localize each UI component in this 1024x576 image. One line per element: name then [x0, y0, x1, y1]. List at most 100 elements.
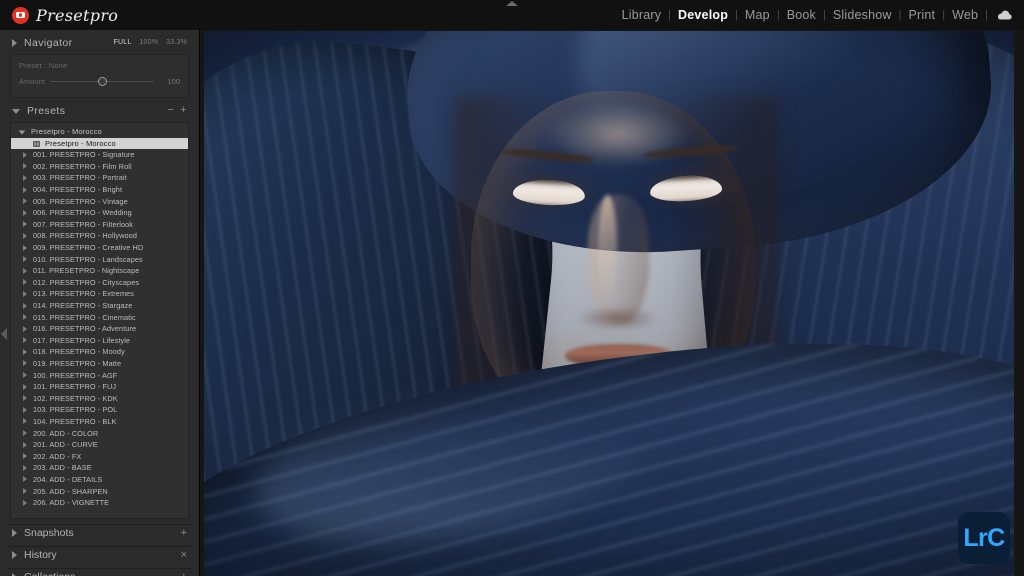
preset-label: 009. PRESETPRO - Creative HD: [33, 243, 144, 253]
presets-panel-header[interactable]: Presets − +: [8, 102, 191, 119]
preset-row[interactable]: 005. PRESETPRO - Vintage: [11, 195, 188, 207]
chevron-right-icon: [23, 267, 27, 274]
preset-row[interactable]: 017. PRESETPRO - Lifestyle: [11, 335, 188, 347]
chevron-right-icon: [23, 395, 27, 402]
left-panel: Navigator FULL 100% 33.3% Preset : None …: [0, 30, 200, 576]
chevron-right-icon: [23, 406, 27, 413]
preset-row[interactable]: 202. ADD - FX: [11, 450, 188, 462]
preset-row[interactable]: 014. PRESETPRO - Stargaze: [11, 300, 188, 312]
module-separator: |: [985, 9, 988, 21]
preset-label: 101. PRESETPRO - FUJ: [33, 382, 117, 392]
preset-row[interactable]: 004. PRESETPRO - Bright: [11, 184, 188, 196]
slider-handle[interactable]: [97, 77, 107, 86]
preset-row[interactable]: 204. ADD - DETAILS: [11, 474, 188, 486]
chevron-right-icon: [23, 174, 27, 181]
add-collection-button[interactable]: +: [181, 571, 187, 576]
preset-label: 204. ADD - DETAILS: [33, 474, 103, 484]
preset-row[interactable]: 001. PRESETPRO - Signature: [11, 149, 188, 161]
preset-row[interactable]: 015. PRESETPRO - Cinematic: [11, 311, 188, 323]
remove-preset-button[interactable]: −: [167, 105, 174, 116]
left-panel-toggle[interactable]: [1, 328, 7, 340]
cloud-icon[interactable]: [997, 10, 1012, 20]
presets-list[interactable]: Presetpro - Morocco Presetpro - Morocco …: [10, 122, 189, 519]
preset-group-row[interactable]: Presetpro - Morocco: [11, 125, 188, 137]
preset-row[interactable]: 102. PRESETPRO - KDK: [11, 392, 188, 404]
chevron-right-icon: [23, 221, 27, 228]
preset-label: 202. ADD - FX: [33, 451, 82, 461]
history-panel-header[interactable]: History ×: [8, 546, 191, 563]
chevron-right-icon: [23, 488, 27, 495]
snapshots-panel-header[interactable]: Snapshots +: [8, 524, 191, 541]
preset-row[interactable]: 201. ADD - CURVE: [11, 439, 188, 451]
preset-row[interactable]: 019. PRESETPRO - Matte: [11, 358, 188, 370]
preset-row[interactable]: 013. PRESETPRO - Extremes: [11, 288, 188, 300]
preset-row[interactable]: 009. PRESETPRO - Creative HD: [11, 242, 188, 254]
chevron-right-icon: [23, 360, 27, 367]
preset-row[interactable]: 003. PRESETPRO - Portrait: [11, 172, 188, 184]
zoom-full[interactable]: FULL: [114, 39, 132, 46]
chevron-right-icon: [23, 372, 27, 379]
camera-icon: [12, 6, 29, 24]
chevron-right-icon: [23, 430, 27, 437]
chevron-right-icon: [23, 186, 27, 193]
top-panel-toggle[interactable]: [506, 1, 518, 6]
preset-row[interactable]: 006. PRESETPRO - Wedding: [11, 207, 188, 219]
preset-label: 018. PRESETPRO - Moody: [33, 347, 125, 357]
brand-logo[interactable]: Presetpro: [0, 6, 118, 25]
module-map[interactable]: Map: [738, 8, 777, 22]
zoom-33[interactable]: 33.3%: [166, 39, 187, 46]
preset-row[interactable]: 018. PRESETPRO - Moody: [11, 346, 188, 358]
presets-title: Presets: [27, 104, 66, 117]
clear-history-button[interactable]: ×: [181, 549, 187, 561]
amount-slider-row: Amount 100: [19, 77, 180, 86]
preset-label: 016. PRESETPRO - Adventure: [33, 324, 137, 334]
module-print[interactable]: Print: [902, 8, 943, 22]
preset-row[interactable]: 101. PRESETPRO - FUJ: [11, 381, 188, 393]
chevron-right-icon: [23, 476, 27, 483]
module-slideshow[interactable]: Slideshow: [826, 8, 899, 22]
collections-panel-header[interactable]: Collections +: [8, 568, 191, 576]
preset-group-label: Presetpro - Morocco: [31, 126, 102, 136]
preset-row[interactable]: 010. PRESETPRO - Landscapes: [11, 253, 188, 265]
preset-row[interactable]: 100. PRESETPRO - AGF: [11, 369, 188, 381]
preset-row[interactable]: 205. ADD - SHARPEN: [11, 485, 188, 497]
amount-slider[interactable]: [50, 77, 154, 86]
module-develop[interactable]: Develop: [671, 8, 735, 22]
preset-row[interactable]: 011. PRESETPRO - Nightscape: [11, 265, 188, 277]
chevron-right-icon: [23, 279, 27, 286]
preset-row[interactable]: 203. ADD - BASE: [11, 462, 188, 474]
preset-row[interactable]: 206. ADD - VIGNETTE: [11, 497, 188, 509]
preset-row[interactable]: 104. PRESETPRO - BLK: [11, 416, 188, 428]
preset-row[interactable]: 103. PRESETPRO - POL: [11, 404, 188, 416]
preset-row[interactable]: 016. PRESETPRO - Adventure: [11, 323, 188, 335]
preset-row[interactable]: 200. ADD - COLOR: [11, 427, 188, 439]
preset-label: 012. PRESETPRO - Cityscapes: [33, 277, 140, 287]
chevron-right-icon: [23, 337, 27, 344]
photo-viewport[interactable]: [204, 31, 1014, 576]
add-snapshot-button[interactable]: +: [181, 527, 187, 539]
preset-group-selected-row[interactable]: Presetpro - Morocco: [11, 138, 188, 149]
module-book[interactable]: Book: [780, 8, 823, 22]
amount-label: Amount: [19, 77, 45, 86]
chevron-right-icon: [23, 314, 27, 321]
chevron-right-icon: [12, 529, 17, 537]
preset-row[interactable]: 012. PRESETPRO - Cityscapes: [11, 277, 188, 289]
chevron-right-icon: [23, 325, 27, 332]
preset-label: 203. ADD - BASE: [33, 463, 92, 473]
preset-label: 017. PRESETPRO - Lifestyle: [33, 335, 131, 345]
preset-row[interactable]: 007. PRESETPRO - Filterlook: [11, 219, 188, 231]
preset-row[interactable]: 002. PRESETPRO - Film Roll: [11, 161, 188, 173]
navigator-panel-header[interactable]: Navigator FULL 100% 33.3%: [8, 34, 191, 51]
chevron-right-icon: [23, 151, 27, 158]
preset-folder-icon: [33, 140, 40, 147]
zoom-100[interactable]: 100%: [139, 39, 158, 46]
add-preset-button[interactable]: +: [180, 105, 187, 116]
navigator-preset-label: Preset : None: [19, 61, 68, 70]
preset-row[interactable]: 008. PRESETPRO - Hollywood: [11, 230, 188, 242]
chevron-right-icon: [23, 464, 27, 471]
module-web[interactable]: Web: [945, 8, 985, 22]
preset-label: 005. PRESETPRO - Vintage: [33, 196, 128, 206]
preset-label: 100. PRESETPRO - AGF: [33, 370, 118, 380]
chevron-right-icon: [23, 441, 27, 448]
module-library[interactable]: Library: [615, 8, 669, 22]
